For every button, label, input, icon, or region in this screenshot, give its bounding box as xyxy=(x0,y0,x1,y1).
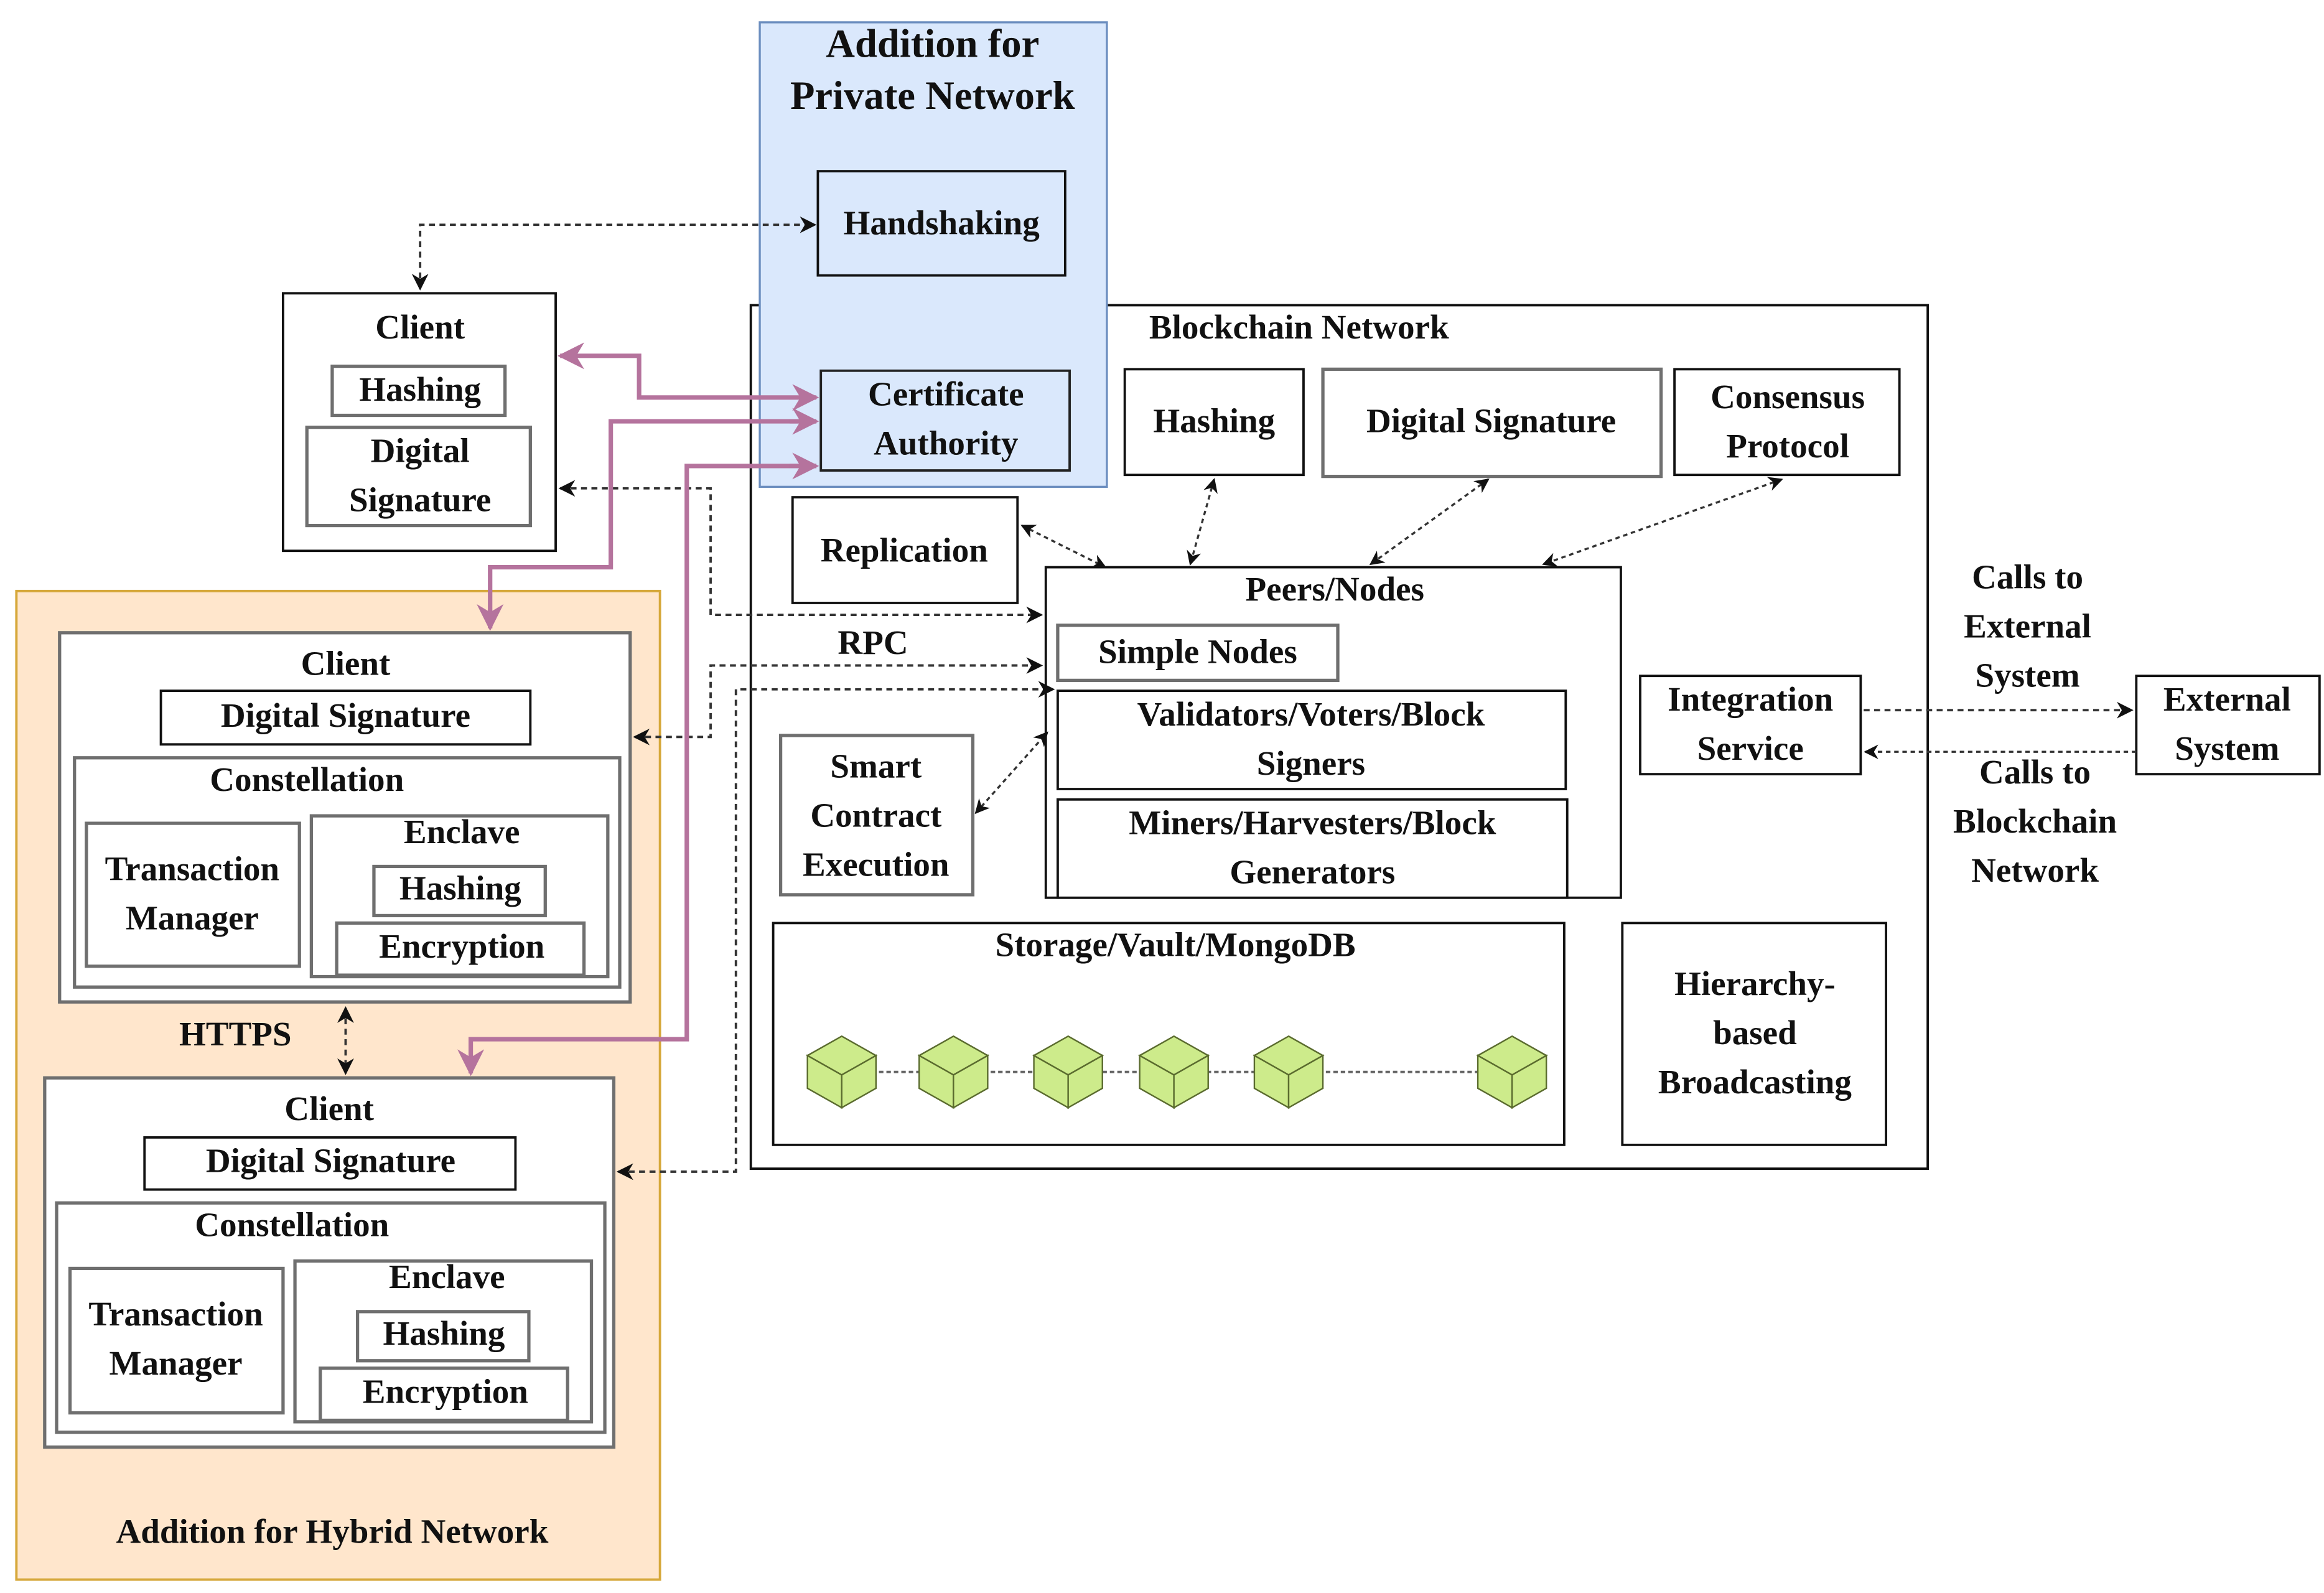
hierarchy-line1: Hierarchy- xyxy=(1674,965,1836,1002)
hybrid-network-title: Addition for Hybrid Network xyxy=(116,1512,549,1550)
smart-contract-line1: Smart xyxy=(830,747,922,785)
simple-nodes-label: Simple Nodes xyxy=(1098,632,1297,670)
handshaking-label: Handshaking xyxy=(844,203,1040,241)
smart-contract-box[interactable]: Smart Contract Execution xyxy=(778,734,975,897)
external-system-box[interactable]: External System xyxy=(2135,675,2321,776)
bc-hashing-box[interactable]: Hashing xyxy=(1123,368,1305,477)
hybrid-client-2[interactable]: Client Digital Signature Constellation T… xyxy=(43,1076,616,1449)
private-network-title-line2: Private Network xyxy=(790,73,1075,118)
bc-digital-signature-box[interactable]: Digital Signature xyxy=(1321,367,1663,479)
consensus-protocol-line1: Consensus xyxy=(1710,378,1865,416)
calls-to-blockchain-line3: Network xyxy=(1971,851,2099,889)
calls-to-blockchain-line1: Calls to xyxy=(1979,753,2091,791)
integration-service-box[interactable]: Integration Service xyxy=(1639,675,1862,776)
hybrid-client-1-transaction-manager-line1: Transaction xyxy=(105,850,279,888)
hybrid-client-1-transaction-manager-line2: Manager xyxy=(126,899,259,937)
hybrid-client-2-hashing: Hashing xyxy=(383,1314,505,1352)
private-network-title-line1: Addition for xyxy=(826,21,1039,65)
external-system-line2: System xyxy=(2175,729,2279,767)
hybrid-client-1-enclave-label: Enclave xyxy=(404,813,520,851)
hybrid-client-2-transaction-manager-line1: Transaction xyxy=(88,1295,263,1333)
handshaking-box[interactable]: Handshaking xyxy=(816,170,1066,277)
bc-hashing-label: Hashing xyxy=(1153,402,1275,440)
client-top-digital-signature-line2: Signature xyxy=(349,480,491,518)
rpc-label: RPC xyxy=(838,624,908,661)
calls-to-blockchain-line2: Blockchain xyxy=(1953,802,2117,840)
client-top-digital-signature-line1: Digital xyxy=(371,431,470,469)
certificate-authority-label-line1: Certificate xyxy=(868,375,1024,413)
hybrid-client-2-transaction-manager-box xyxy=(68,1266,285,1415)
hybrid-client-1-hashing: Hashing xyxy=(399,869,521,907)
external-system-line1: External xyxy=(2163,680,2291,718)
integration-service-line2: Service xyxy=(1697,729,1804,767)
blockchain-architecture-diagram: Addition for Private Network Handshaking… xyxy=(15,21,2321,1581)
smart-contract-line3: Execution xyxy=(803,845,950,883)
storage-box[interactable]: Storage/Vault/MongoDB xyxy=(772,922,1566,1146)
hybrid-client-2-constellation-label: Constellation xyxy=(195,1205,389,1243)
replication-box[interactable]: Replication xyxy=(791,496,1019,604)
calls-to-external-line2: External xyxy=(1964,607,2091,645)
replication-label: Replication xyxy=(821,531,988,569)
storage-label: Storage/Vault/MongoDB xyxy=(995,926,1355,964)
hybrid-client-1-constellation-label: Constellation xyxy=(210,760,404,798)
hybrid-client-1[interactable]: Client Digital Signature Constellation T… xyxy=(58,631,632,1004)
hierarchy-broadcasting-box[interactable]: Hierarchy- based Broadcasting xyxy=(1621,922,1888,1146)
hybrid-client-2-enclave-label: Enclave xyxy=(389,1258,505,1296)
peers-nodes-title: Peers/Nodes xyxy=(1246,570,1424,608)
blockchain-network-title: Blockchain Network xyxy=(1149,308,1449,346)
validators-line2: Signers xyxy=(1257,744,1365,782)
hybrid-client-1-transaction-manager-box xyxy=(85,821,301,968)
consensus-protocol-box[interactable]: Consensus Protocol xyxy=(1673,368,1901,477)
private-network-region: Addition for Private Network Handshaking… xyxy=(758,21,1108,488)
peers-nodes-box[interactable]: Peers/Nodes Simple Nodes Validators/Vote… xyxy=(1044,566,1622,899)
client-top[interactable]: Client Hashing Digital Signature xyxy=(281,292,557,553)
hybrid-client-2-digital-signature: Digital Signature xyxy=(206,1142,455,1180)
certificate-authority-label-line2: Authority xyxy=(874,424,1018,462)
hybrid-client-2-encryption: Encryption xyxy=(363,1372,528,1410)
client-top-hashing-label: Hashing xyxy=(359,370,481,408)
hierarchy-line3: Broadcasting xyxy=(1658,1063,1852,1101)
client-top-title: Client xyxy=(375,308,465,346)
bc-digital-signature-label: Digital Signature xyxy=(1366,402,1616,440)
smart-contract-line2: Contract xyxy=(810,796,942,834)
calls-to-external-line1: Calls to xyxy=(1972,558,2083,596)
hybrid-client-1-title: Client xyxy=(301,644,391,682)
certificate-authority-box[interactable]: Certificate Authority xyxy=(819,369,1071,472)
hybrid-client-2-title: Client xyxy=(284,1090,374,1128)
hybrid-client-1-digital-signature: Digital Signature xyxy=(221,696,470,734)
miners-line2: Generators xyxy=(1230,853,1395,890)
consensus-protocol-line2: Protocol xyxy=(1726,427,1849,465)
hybrid-client-1-encryption: Encryption xyxy=(379,927,544,965)
handshake-connector xyxy=(411,216,817,291)
hybrid-client-2-transaction-manager-line2: Manager xyxy=(110,1344,243,1382)
hierarchy-line2: based xyxy=(1713,1014,1797,1052)
https-label: HTTPS xyxy=(179,1015,292,1053)
miners-line1: Miners/Harvesters/Block xyxy=(1129,803,1496,841)
calls-to-external-line3: System xyxy=(1975,656,2079,694)
integration-service-line1: Integration xyxy=(1668,680,1833,718)
validators-line1: Validators/Voters/Block xyxy=(1137,695,1485,733)
